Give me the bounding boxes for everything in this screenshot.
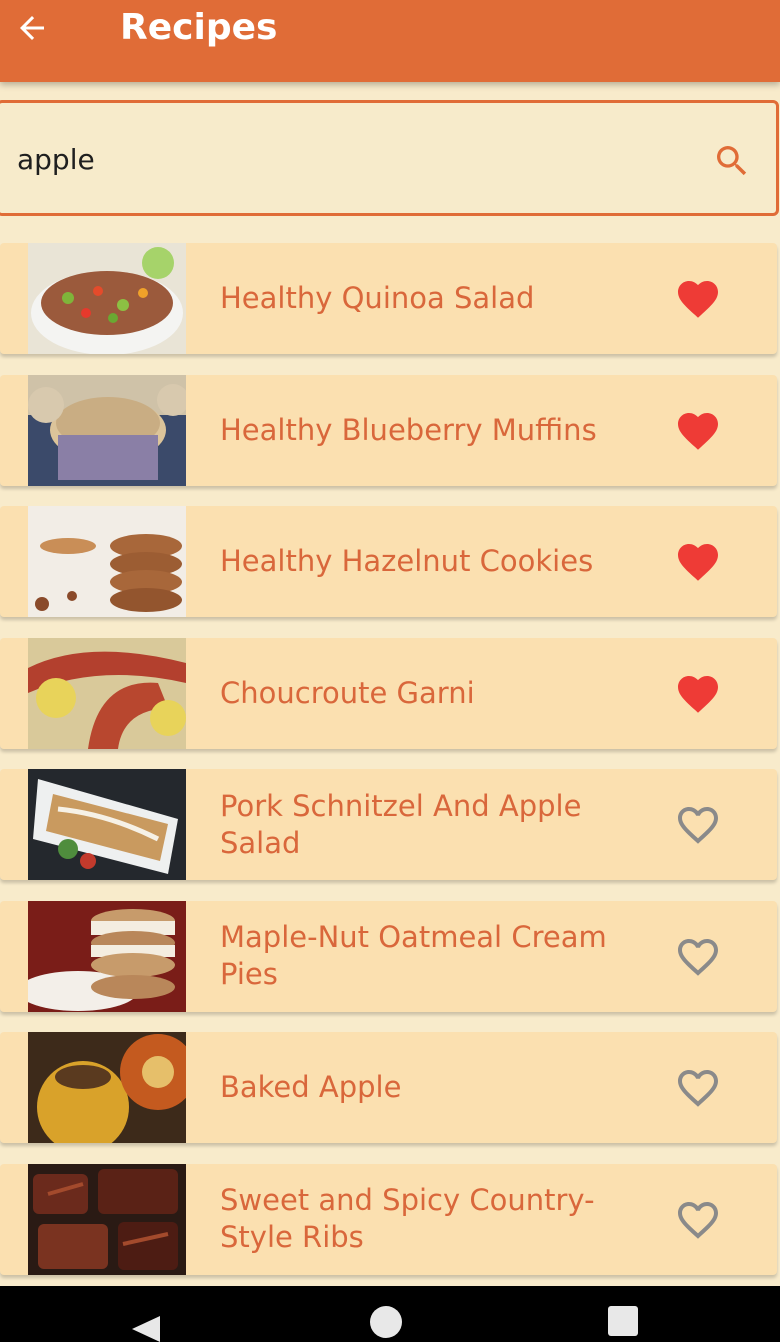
heart-filled-icon xyxy=(678,281,718,318)
recipe-card[interactable]: Pork Schnitzel And Apple Salad xyxy=(0,769,777,880)
recipe-card[interactable]: Sweet and Spicy Country-Style Ribs xyxy=(0,1163,777,1275)
favorite-button[interactable] xyxy=(672,405,724,457)
recipe-title: Healthy Blueberry Muffins xyxy=(220,412,597,447)
recipe-title: Maple-Nut Oatmeal Cream Pies xyxy=(220,920,607,991)
heart-outline-icon xyxy=(678,1070,718,1107)
recipe-card[interactable]: Healthy Hazelnut Cookies xyxy=(0,506,777,617)
heart-outline-icon xyxy=(678,938,718,976)
recipe-title: Sweet and Spicy Country-Style Ribs xyxy=(220,1183,595,1254)
favorite-button[interactable] xyxy=(672,931,724,983)
recipe-title: Healthy Quinoa Salad xyxy=(220,281,535,315)
system-navigation-bar xyxy=(0,1286,780,1342)
favorite-button[interactable] xyxy=(672,1062,724,1114)
baked-apple-thumbnail xyxy=(28,1032,186,1143)
choucroute-thumbnail xyxy=(28,637,186,749)
recipe-card[interactable]: Healthy Blueberry Muffins xyxy=(0,374,777,486)
quinoa-salad-thumbnail xyxy=(28,243,186,354)
heart-outline-icon xyxy=(678,1201,718,1239)
oatmeal-cream-pies-thumbnail xyxy=(28,900,186,1012)
favorite-button[interactable] xyxy=(672,1194,724,1246)
recipe-card[interactable]: Baked Apple xyxy=(0,1032,777,1143)
back-button[interactable] xyxy=(10,8,54,48)
hazelnut-cookies-thumbnail xyxy=(28,506,186,617)
search-input[interactable] xyxy=(17,131,657,187)
ribs-thumbnail xyxy=(28,1163,186,1275)
pork-schnitzel-thumbnail xyxy=(28,769,186,880)
recipe-card[interactable]: Maple-Nut Oatmeal Cream Pies xyxy=(0,900,777,1012)
recipe-title: Choucroute Garni xyxy=(220,675,475,710)
heart-filled-icon xyxy=(678,412,718,450)
nav-back-icon[interactable] xyxy=(132,1316,162,1342)
heart-filled-icon xyxy=(678,544,718,581)
search-button[interactable] xyxy=(710,139,754,183)
app-bar: Recipes xyxy=(0,0,780,82)
recipe-card[interactable]: Choucroute Garni xyxy=(0,637,777,749)
nav-home-icon[interactable] xyxy=(370,1306,402,1338)
recipe-title: Healthy Hazelnut Cookies xyxy=(220,544,594,578)
nav-recents-icon[interactable] xyxy=(608,1306,638,1336)
blueberry-muffins-thumbnail xyxy=(28,374,186,486)
favorite-button[interactable] xyxy=(672,536,724,588)
page-title: Recipes xyxy=(120,7,278,48)
recipe-title: Pork Schnitzel And Apple Salad xyxy=(220,788,582,860)
heart-filled-icon xyxy=(678,675,718,713)
recipe-card[interactable]: Healthy Quinoa Salad xyxy=(0,243,777,354)
arrow-back-icon xyxy=(20,16,44,40)
search-box xyxy=(0,100,779,216)
heart-outline-icon xyxy=(678,807,718,844)
favorite-button[interactable] xyxy=(672,668,724,720)
recipe-title: Baked Apple xyxy=(220,1070,402,1104)
favorite-button[interactable] xyxy=(672,799,724,851)
favorite-button[interactable] xyxy=(672,273,724,325)
search-icon xyxy=(717,146,747,176)
